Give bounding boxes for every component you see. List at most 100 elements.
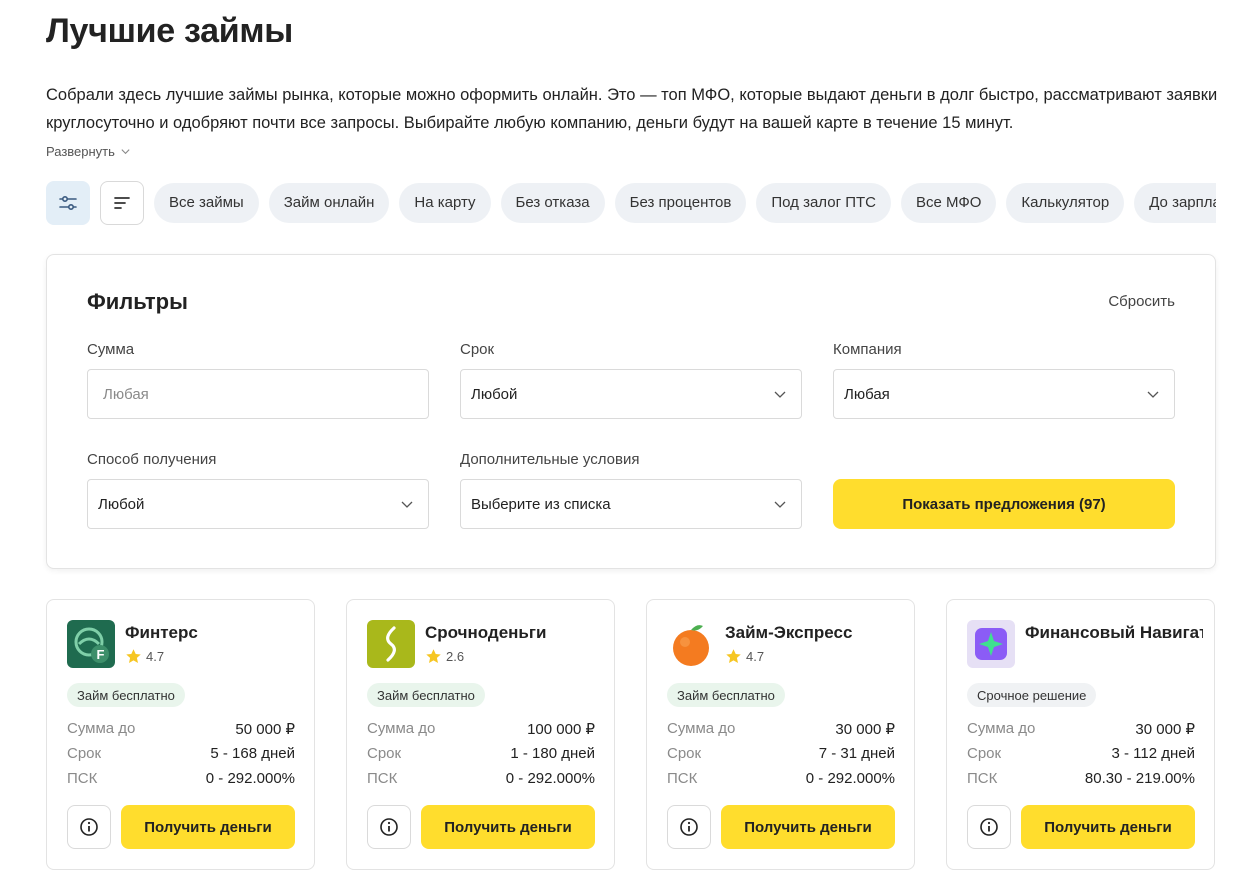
term-value: 1 - 180 дней — [510, 745, 595, 762]
extra-conditions-value: Выберите из списка — [471, 495, 611, 513]
get-money-button[interactable]: Получить деньги — [1021, 805, 1195, 849]
chip-no-interest[interactable]: Без процентов — [614, 182, 747, 223]
chip-to-card[interactable]: На карту — [399, 182, 491, 223]
star-icon — [126, 649, 141, 663]
page-description: Собрали здесь лучшие займы рынка, которы… — [46, 86, 1218, 132]
get-money-button[interactable]: Получить деньги — [721, 805, 895, 849]
info-button[interactable] — [667, 805, 711, 849]
psk-key: ПСК — [667, 770, 698, 787]
company-value: Любая — [844, 385, 890, 403]
orange-logo-icon — [667, 620, 715, 668]
company-name[interactable]: Финансовый Навигатор — [1025, 623, 1203, 643]
term-value: Любой — [471, 385, 518, 403]
amount-value: 100 000 ₽ — [527, 720, 595, 738]
term-key: Срок — [967, 745, 1002, 762]
star-icon — [426, 649, 441, 663]
psk-key: ПСК — [967, 770, 998, 787]
offer-card-zaim-express: Займ-Экспресс 4.7 Займ бесплатно Сумма д… — [646, 599, 915, 870]
term-row: Срок 1 - 180 дней — [367, 741, 595, 766]
company-name[interactable]: Срочноденьги — [425, 623, 603, 643]
info-icon — [380, 818, 398, 836]
term-row: Срок 7 - 31 дней — [667, 741, 895, 766]
method-select[interactable]: Любой — [87, 479, 429, 529]
amount-value: 30 000 ₽ — [835, 720, 895, 738]
sort-button[interactable] — [100, 180, 144, 225]
get-money-button[interactable]: Получить деньги — [421, 805, 595, 849]
info-button[interactable] — [67, 805, 111, 849]
amount-row: Сумма до 30 000 ₽ — [967, 716, 1195, 741]
psk-value: 80.30 - 219.00% — [1084, 770, 1195, 787]
show-offers-button[interactable]: Показать предложения (97) — [833, 479, 1175, 529]
info-icon — [80, 818, 98, 836]
amount-input[interactable] — [98, 385, 414, 403]
filters-title: Фильтры — [87, 289, 188, 314]
offer-badge: Займ бесплатно — [67, 683, 185, 707]
info-button[interactable] — [967, 805, 1011, 849]
chip-pts-collateral[interactable]: Под залог ПТС — [756, 182, 891, 223]
star-icon — [726, 649, 741, 663]
chip-all-loans[interactable]: Все займы — [154, 182, 259, 223]
company-label: Компания — [833, 341, 902, 358]
page-title: Лучшие займы — [46, 12, 293, 50]
offer-card-finnavigator: Финансовый Навигатор Срочное решение Сум… — [946, 599, 1215, 870]
term-label: Срок — [460, 341, 495, 358]
term-select[interactable]: Любой — [460, 369, 802, 419]
rating: 4.7 — [125, 648, 164, 665]
amount-value: 50 000 ₽ — [235, 720, 295, 738]
psk-key: ПСК — [67, 770, 98, 787]
amount-label: Сумма — [87, 341, 135, 358]
psk-value: 0 - 292.000% — [205, 770, 295, 787]
psk-row: ПСК 0 - 292.000% — [367, 766, 595, 791]
chip-calculator[interactable]: Калькулятор — [1006, 182, 1125, 223]
amount-field[interactable] — [87, 369, 429, 419]
offer-details: Сумма до 50 000 ₽ Срок 5 - 168 дней ПСК 0 -… — [67, 716, 295, 791]
chip-until-payday[interactable]: До зарплаты — [1134, 182, 1216, 223]
psk-value: 0 - 292.000% — [505, 770, 595, 787]
method-value: Любой — [98, 495, 145, 513]
term-row: Срок 3 - 112 дней — [967, 741, 1195, 766]
amount-value: 30 000 ₽ — [1135, 720, 1195, 738]
filters-panel: Фильтры Сбросить Сумма Срок Любой Компан… — [46, 254, 1216, 569]
offer-badge: Срочное решение — [967, 683, 1097, 707]
term-key: Срок — [367, 745, 402, 762]
chevron-down-icon — [774, 501, 786, 508]
amount-key: Сумма до — [667, 720, 736, 737]
info-icon — [980, 818, 998, 836]
info-button[interactable] — [367, 805, 411, 849]
amount-key: Сумма до — [67, 720, 136, 737]
get-money-button[interactable]: Получить деньги — [121, 805, 295, 849]
reset-button[interactable]: Сбросить — [1108, 293, 1175, 310]
amount-key: Сумма до — [967, 720, 1036, 737]
chip-no-refusal[interactable]: Без отказа — [500, 182, 605, 223]
psk-value: 0 - 292.000% — [805, 770, 895, 787]
chevron-down-icon — [121, 149, 130, 155]
star-logo-icon — [967, 620, 1015, 668]
chevron-down-icon — [401, 501, 413, 508]
filter-toggle-button[interactable] — [46, 180, 90, 225]
offer-badge: Займ бесплатно — [367, 683, 485, 707]
term-value: 3 - 112 дней — [1111, 745, 1195, 762]
company-name[interactable]: Займ-Экспресс — [725, 623, 903, 643]
company-name[interactable]: Финтерс — [125, 623, 303, 643]
psk-key: ПСК — [367, 770, 398, 787]
chip-all-mfo[interactable]: Все МФО — [901, 182, 997, 223]
amount-row: Сумма до 30 000 ₽ — [667, 716, 895, 741]
chevron-down-icon — [774, 391, 786, 398]
term-row: Срок 5 - 168 дней — [67, 741, 295, 766]
offer-details: Сумма до 100 000 ₽ Срок 1 - 180 дней ПСК 0 … — [367, 716, 595, 791]
info-icon — [680, 818, 698, 836]
rating-value: 4.7 — [146, 649, 165, 664]
company-select[interactable]: Любая — [833, 369, 1175, 419]
srochnodengi-logo-icon — [367, 620, 415, 668]
svg-text:F: F — [97, 647, 105, 662]
finters-logo-icon: F — [67, 620, 115, 668]
expand-link[interactable]: Развернуть — [46, 144, 131, 159]
chip-online[interactable]: Займ онлайн — [268, 182, 390, 223]
expand-label: Развернуть — [46, 144, 115, 159]
amount-key: Сумма до — [367, 720, 436, 737]
chevron-down-icon — [1147, 391, 1159, 398]
sliders-icon — [59, 195, 77, 210]
term-value: 5 - 168 дней — [210, 745, 295, 762]
offer-details: Сумма до 30 000 ₽ Срок 3 - 112 дней ПСК 80.… — [967, 716, 1195, 791]
extra-conditions-select[interactable]: Выберите из списка — [460, 479, 802, 529]
